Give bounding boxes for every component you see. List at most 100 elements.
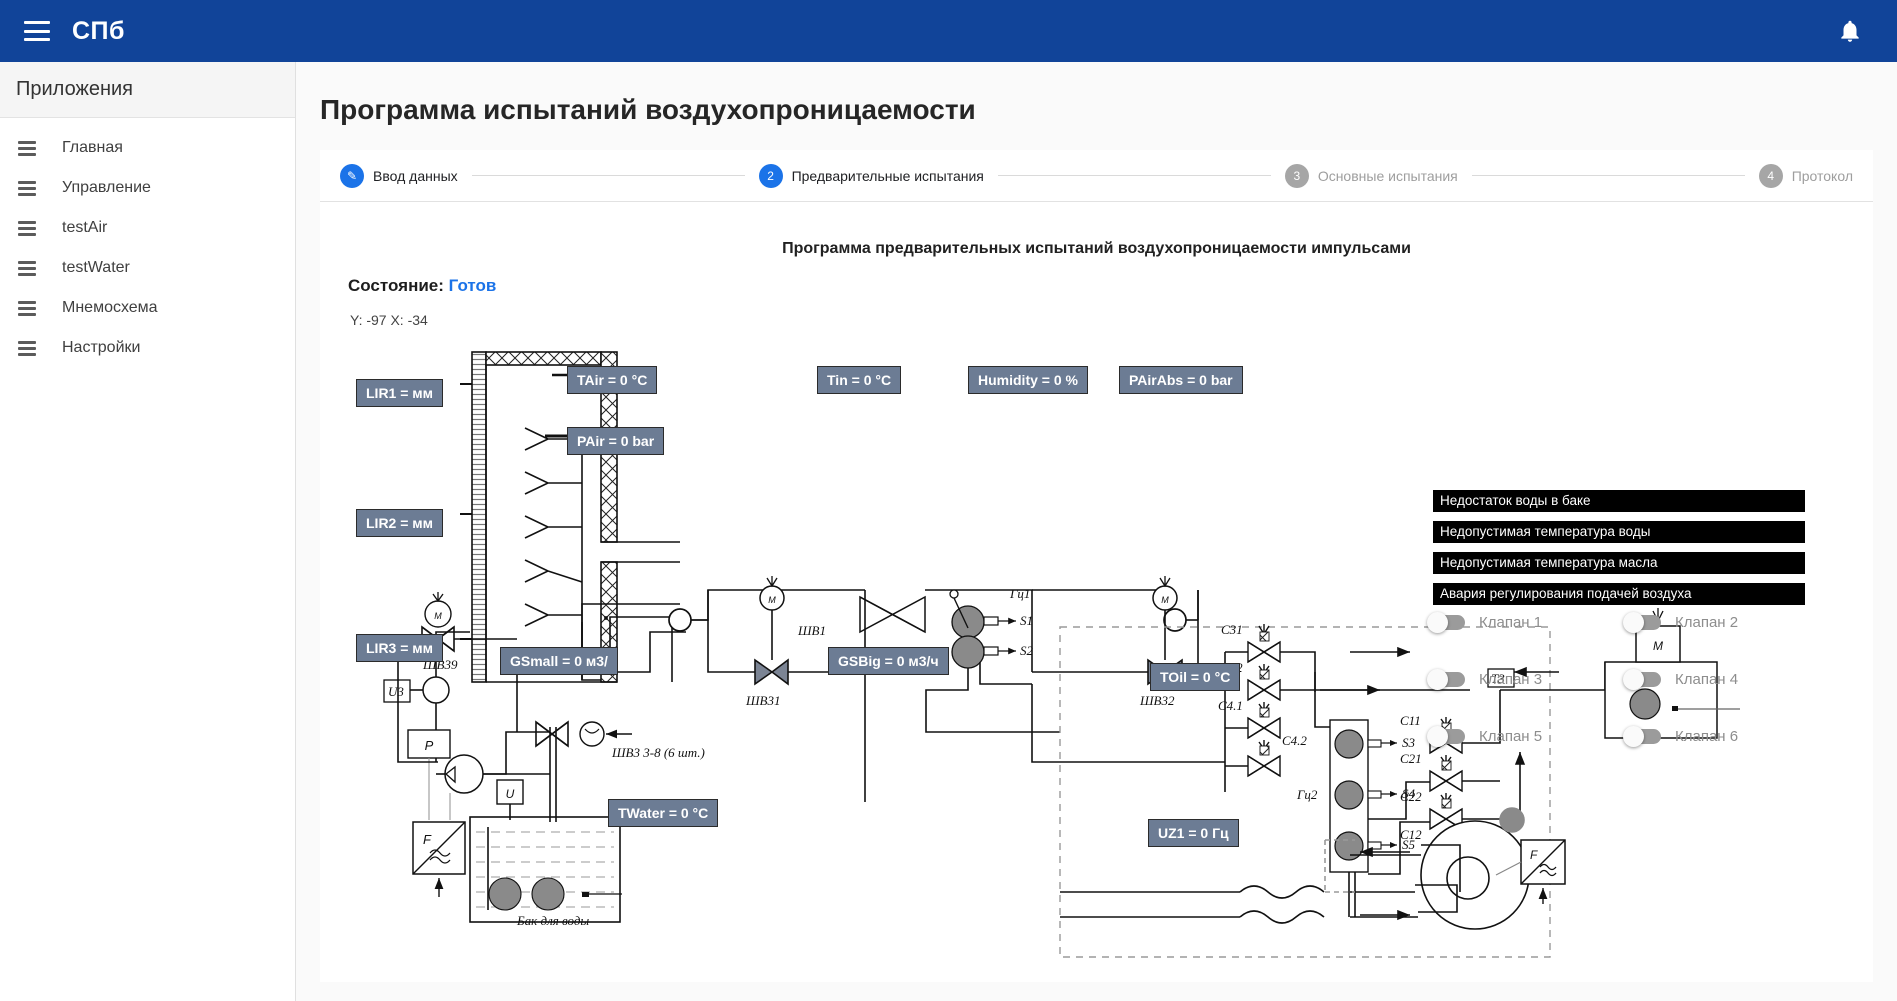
sidebar-item-label: Главная xyxy=(62,139,123,156)
toggle-switch-icon[interactable] xyxy=(1623,669,1661,690)
toggle-switch-icon[interactable] xyxy=(1623,726,1661,747)
step-3-label: Основные испытания xyxy=(1317,167,1458,184)
tag-gsmall[interactable]: GSmall = 0 м3/ xyxy=(500,647,618,675)
sidebar-item-testair[interactable]: testAir xyxy=(0,208,295,248)
label-s2: S2 xyxy=(1020,643,1034,658)
step-4-protocol[interactable]: 4 Протокол xyxy=(1758,163,1853,188)
cursor-coordinates: Y: -97 X: -34 xyxy=(350,312,428,328)
label-gc2: Гц2 xyxy=(1296,787,1318,802)
label-c21: C21 xyxy=(1400,751,1422,766)
step-divider xyxy=(1471,175,1745,176)
toggle-label: Клапан 6 xyxy=(1675,728,1739,745)
svg-text:M: M xyxy=(1161,595,1169,605)
status-label: Состояние: xyxy=(348,276,444,295)
toggle-label: Клапан 1 xyxy=(1479,614,1543,631)
status-value: Готов xyxy=(448,276,497,295)
sidebar-item-label: testWater xyxy=(62,259,130,276)
label-c11: C11 xyxy=(1400,713,1421,728)
label-c12: C12 xyxy=(1400,827,1422,842)
tag-lir1[interactable]: LIR1 = мм xyxy=(356,379,444,407)
list-icon xyxy=(18,340,36,356)
main-content: Программа испытаний воздухопроницаемости… xyxy=(296,62,1897,1001)
tag-uz1[interactable]: UZ1 = 0 Гц xyxy=(1148,819,1239,847)
toggle-label: Клапан 2 xyxy=(1675,614,1739,631)
app-brand-title: СПб xyxy=(72,16,125,45)
toggle-label: Клапан 3 xyxy=(1479,671,1543,688)
step-4-label: Протокол xyxy=(1791,167,1853,184)
toggle-switch-icon[interactable] xyxy=(1623,612,1661,633)
sidebar-nav-list: Главная Управление testAir testWater Мне… xyxy=(0,118,295,368)
tag-twater[interactable]: TWater = 0 °C xyxy=(608,799,719,827)
label-shv3-group: ШВ3 3-8 (6 шт.) xyxy=(611,745,705,760)
label-u3: U3 xyxy=(388,684,404,699)
step-1-marker-edit-icon: ✎ xyxy=(340,163,364,188)
sidebar-item-label: Настройки xyxy=(62,339,141,356)
toggle-valve-2[interactable]: Клапан 2 xyxy=(1623,612,1821,633)
svg-text:M: M xyxy=(768,595,776,605)
list-icon xyxy=(18,180,36,196)
toggle-valve-6[interactable]: Клапан 6 xyxy=(1623,726,1821,747)
sidebar-item-glavnaya[interactable]: Главная xyxy=(0,128,295,168)
tag-pair[interactable]: PAir = 0 bar xyxy=(567,427,665,455)
toggle-valve-1[interactable]: Клапан 1 xyxy=(1427,612,1625,633)
sidebar-item-upravlenie[interactable]: Управление xyxy=(0,168,295,208)
status-line: Состояние: Готов xyxy=(348,276,1873,296)
mimic-title: Программа предварительных испытаний возд… xyxy=(782,240,1411,257)
step-4-marker: 4 xyxy=(1758,163,1783,188)
label-c42: C4.2 xyxy=(1282,733,1307,748)
svg-text:F: F xyxy=(1530,848,1538,862)
alarm-water-temp: Недопустимая температура воды xyxy=(1433,521,1805,543)
svg-text:P: P xyxy=(425,738,434,753)
step-3-main-tests[interactable]: 3 Основные испытания xyxy=(1284,163,1458,188)
tag-tair[interactable]: TAir = 0 °C xyxy=(567,366,658,394)
stepper: ✎ Ввод данных 2 Предварительные испытани… xyxy=(320,150,1873,202)
sidebar-item-mnemoscheme[interactable]: Мнемосхема xyxy=(0,288,295,328)
svg-text:F: F xyxy=(423,832,432,847)
tag-gsbig[interactable]: GSBig = 0 м3/ч xyxy=(828,647,949,675)
label-s3: S3 xyxy=(1402,735,1416,750)
step-3-marker: 3 xyxy=(1284,163,1309,188)
list-icon xyxy=(18,300,36,316)
toggle-valve-3[interactable]: Клапан 3 xyxy=(1427,669,1625,690)
label-shv32: ШВ32 xyxy=(1139,693,1175,708)
step-1-label: Ввод данных xyxy=(373,167,458,184)
app-header: СПб xyxy=(0,0,1897,62)
sidebar-header: Приложения xyxy=(0,62,295,118)
toggle-valve-4[interactable]: Клапан 4 xyxy=(1623,669,1821,690)
sidebar-item-nastroyki[interactable]: Настройки xyxy=(0,328,295,368)
list-icon xyxy=(18,220,36,236)
hamburger-menu-icon[interactable] xyxy=(24,21,50,41)
mimic-panel: Программа предварительных испытаний возд… xyxy=(320,202,1873,982)
toggle-switch-icon[interactable] xyxy=(1427,612,1465,633)
toggle-label: Клапан 5 xyxy=(1479,728,1543,745)
step-divider xyxy=(471,175,745,176)
toggle-valve-5[interactable]: Клапан 5 xyxy=(1427,726,1625,747)
tag-lir3[interactable]: LIR3 = мм xyxy=(356,634,444,662)
sidebar-item-label: Мнемосхема xyxy=(62,299,158,316)
tag-toil[interactable]: TOil = 0 °C xyxy=(1150,663,1241,691)
toggle-switch-icon[interactable] xyxy=(1427,726,1465,747)
label-shv31: ШВ31 xyxy=(745,693,781,708)
tag-lir2[interactable]: LIR2 = мм xyxy=(356,509,444,537)
sidebar: Приложения Главная Управление testAir te… xyxy=(0,62,296,1001)
step-2-marker: 2 xyxy=(758,163,783,188)
label-water-tank: Бак для воды xyxy=(516,913,589,928)
label-shv1: ШВ1 xyxy=(797,623,826,638)
step-1-data-entry[interactable]: ✎ Ввод данных xyxy=(340,163,458,188)
tag-humidity[interactable]: Humidity = 0 % xyxy=(968,366,1088,394)
sidebar-item-label: testAir xyxy=(62,219,108,236)
step-2-preliminary-tests[interactable]: 2 Предварительные испытания xyxy=(758,163,984,188)
label-c41: C4.1 xyxy=(1218,698,1243,713)
step-divider xyxy=(997,175,1271,176)
notification-bell-icon[interactable] xyxy=(1837,17,1863,45)
label-gc1: Гц1 xyxy=(1009,586,1030,601)
alarm-oil-temp: Недопустимая температура масла xyxy=(1433,552,1805,574)
toggle-switch-icon[interactable] xyxy=(1427,669,1465,690)
svg-text:M: M xyxy=(434,611,442,621)
tag-pairabs[interactable]: PAirAbs = 0 bar xyxy=(1119,366,1243,394)
list-icon xyxy=(18,260,36,276)
sidebar-item-testwater[interactable]: testWater xyxy=(0,248,295,288)
page-title: Программа испытаний воздухопроницаемости xyxy=(320,94,976,125)
toggle-label: Клапан 4 xyxy=(1675,671,1739,688)
tag-tin[interactable]: Tin = 0 °C xyxy=(817,366,902,394)
